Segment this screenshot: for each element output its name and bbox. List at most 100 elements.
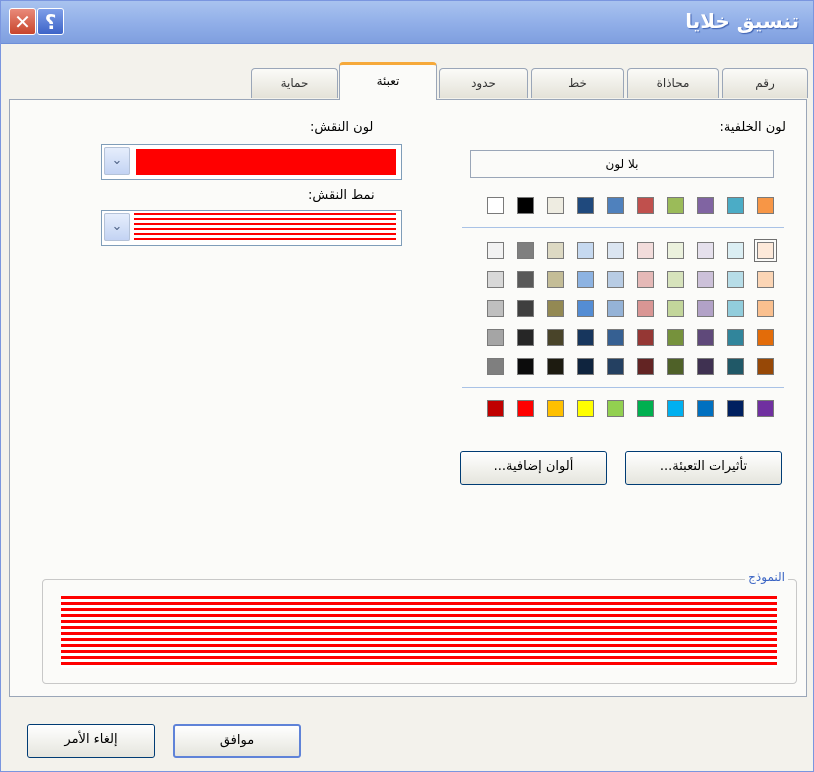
cancel-button[interactable]: إلغاء الأمر (27, 724, 155, 758)
theme-shade-swatch[interactable] (757, 329, 774, 346)
theme-shade-swatch[interactable] (517, 358, 534, 375)
close-icon[interactable]: ✕ (9, 8, 36, 35)
dialog-title: تنسيق خلايا (685, 9, 799, 33)
format-cells-dialog: ✕ ؟ تنسيق خلايا رقم محاذاة خط حدود تعبئة… (0, 0, 814, 772)
theme-shade-swatch[interactable] (547, 300, 564, 317)
palette-separator-1 (462, 227, 784, 228)
pattern-color-swatch (136, 149, 396, 175)
standard-color-swatch[interactable] (727, 400, 744, 417)
theme-shade-swatch[interactable] (697, 300, 714, 317)
standard-color-swatch[interactable] (487, 400, 504, 417)
theme-shade-swatch[interactable] (607, 358, 624, 375)
theme-color-swatch[interactable] (607, 197, 624, 214)
theme-shade-swatch[interactable] (637, 242, 654, 259)
theme-shade-swatch[interactable] (757, 300, 774, 317)
tab-protection[interactable]: حماية (251, 68, 338, 98)
chevron-down-icon[interactable]: ⌄ (104, 147, 130, 175)
sample-label: النموذج (745, 570, 788, 584)
theme-shade-swatch[interactable] (727, 271, 744, 288)
title-bar[interactable]: ✕ ؟ تنسيق خلايا (1, 1, 813, 44)
theme-shade-swatch[interactable] (547, 329, 564, 346)
theme-shade-swatch[interactable] (487, 242, 504, 259)
theme-shade-swatch[interactable] (577, 329, 594, 346)
theme-color-swatch[interactable] (727, 197, 744, 214)
pattern-style-preview (134, 213, 396, 241)
theme-color-swatch[interactable] (547, 197, 564, 214)
theme-shade-swatch[interactable] (607, 329, 624, 346)
theme-shade-swatch[interactable] (637, 271, 654, 288)
theme-shade-swatch[interactable] (754, 239, 777, 262)
theme-shade-swatch[interactable] (727, 329, 744, 346)
theme-shade-swatch[interactable] (607, 242, 624, 259)
theme-color-swatch[interactable] (487, 197, 504, 214)
theme-shade-swatch[interactable] (667, 300, 684, 317)
sample-group: النموذج (42, 570, 797, 684)
tab-border[interactable]: حدود (439, 68, 528, 98)
pattern-style-dropdown[interactable]: ⌄ (101, 210, 402, 246)
tab-font[interactable]: خط (531, 68, 624, 98)
pattern-style-label: نمط النقش: (308, 188, 375, 203)
no-color-button[interactable]: بلا لون (470, 150, 774, 178)
standard-color-swatch[interactable] (547, 400, 564, 417)
theme-shade-swatch[interactable] (607, 300, 624, 317)
background-color-label: لون الخلفية: (719, 120, 786, 135)
theme-shade-swatch[interactable] (697, 329, 714, 346)
theme-shade-swatch[interactable] (667, 358, 684, 375)
theme-shade-swatch[interactable] (547, 242, 564, 259)
theme-shade-swatch[interactable] (517, 271, 534, 288)
tab-number[interactable]: رقم (722, 68, 808, 98)
theme-shade-swatch[interactable] (547, 271, 564, 288)
theme-shade-swatch[interactable] (757, 271, 774, 288)
theme-shade-swatch[interactable] (637, 329, 654, 346)
standard-color-swatch[interactable] (517, 400, 534, 417)
theme-shade-swatch[interactable] (607, 271, 624, 288)
tab-alignment[interactable]: محاذاة (627, 68, 719, 98)
theme-shade-swatch[interactable] (727, 300, 744, 317)
help-icon[interactable]: ؟ (37, 8, 64, 35)
pattern-color-dropdown[interactable]: ⌄ (101, 144, 402, 180)
theme-shade-swatch[interactable] (667, 329, 684, 346)
theme-shade-swatch[interactable] (637, 300, 654, 317)
theme-shade-swatch[interactable] (547, 358, 564, 375)
fill-effects-button[interactable]: تأثيرات التعبئة... (625, 451, 782, 485)
tab-fill[interactable]: تعبئة (339, 62, 437, 100)
theme-shade-swatch[interactable] (487, 329, 504, 346)
theme-color-swatch[interactable] (757, 197, 774, 214)
theme-shade-swatch[interactable] (697, 271, 714, 288)
chevron-down-icon[interactable]: ⌄ (104, 213, 130, 241)
theme-color-swatch[interactable] (517, 197, 534, 214)
sample-preview (61, 596, 777, 668)
theme-shade-swatch[interactable] (487, 300, 504, 317)
standard-color-swatch[interactable] (577, 400, 594, 417)
ok-button[interactable]: موافق (173, 724, 301, 758)
theme-shade-swatch[interactable] (487, 271, 504, 288)
theme-shade-swatch[interactable] (577, 300, 594, 317)
theme-color-swatch[interactable] (667, 197, 684, 214)
palette-separator-2 (462, 387, 784, 388)
theme-shade-swatch[interactable] (577, 271, 594, 288)
standard-color-swatch[interactable] (667, 400, 684, 417)
standard-color-swatch[interactable] (637, 400, 654, 417)
theme-shade-swatch[interactable] (697, 358, 714, 375)
theme-shade-swatch[interactable] (517, 300, 534, 317)
pattern-color-label: لون النقش: (310, 120, 374, 135)
theme-shade-swatch[interactable] (757, 358, 774, 375)
theme-shade-swatch[interactable] (727, 358, 744, 375)
theme-shade-swatch[interactable] (697, 242, 714, 259)
theme-color-swatch[interactable] (697, 197, 714, 214)
standard-color-swatch[interactable] (607, 400, 624, 417)
standard-color-swatch[interactable] (757, 400, 774, 417)
more-colors-button[interactable]: ألوان إضافية... (460, 451, 607, 485)
theme-shade-swatch[interactable] (667, 271, 684, 288)
theme-shade-swatch[interactable] (577, 242, 594, 259)
theme-shade-swatch[interactable] (517, 242, 534, 259)
theme-shade-swatch[interactable] (487, 358, 504, 375)
theme-shade-swatch[interactable] (517, 329, 534, 346)
theme-color-swatch[interactable] (577, 197, 594, 214)
standard-color-swatch[interactable] (697, 400, 714, 417)
theme-shade-swatch[interactable] (577, 358, 594, 375)
theme-shade-swatch[interactable] (637, 358, 654, 375)
theme-shade-swatch[interactable] (667, 242, 684, 259)
theme-shade-swatch[interactable] (727, 242, 744, 259)
theme-color-swatch[interactable] (637, 197, 654, 214)
